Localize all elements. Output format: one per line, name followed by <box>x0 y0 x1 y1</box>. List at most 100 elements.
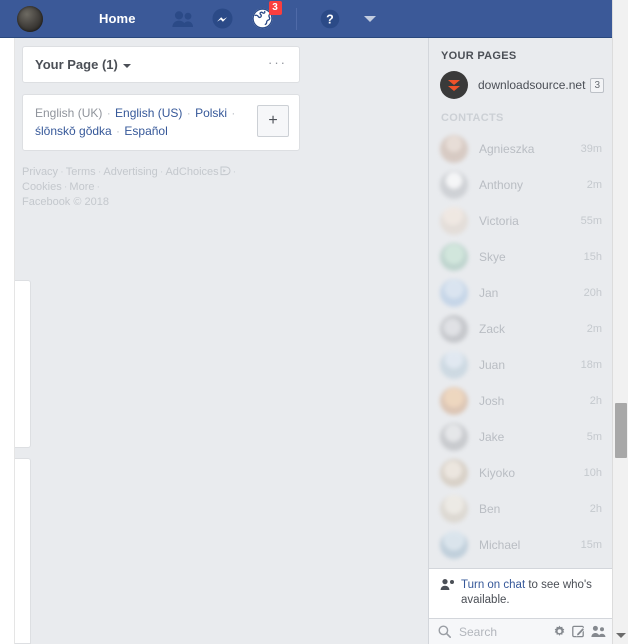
contact-name: Anthony <box>479 178 524 192</box>
avatar <box>440 279 468 307</box>
avatar <box>440 531 468 559</box>
language-slonsko-godka[interactable]: ślōnskŏ gŏdka <box>35 124 112 138</box>
avatar <box>440 207 468 235</box>
adchoices-icon <box>220 166 231 176</box>
chat-search-bar: Search <box>429 618 612 644</box>
separator: · <box>60 166 64 178</box>
avatar <box>440 423 468 451</box>
search-icon[interactable] <box>438 625 451 638</box>
contact-name: Josh <box>479 394 505 408</box>
separator: · <box>228 106 236 120</box>
topbar-icon-group: 3 ? <box>171 0 381 30</box>
add-language-button[interactable]: + <box>257 105 289 137</box>
notifications-badge: 3 <box>268 0 282 15</box>
footer-links: Privacy · Terms · Advertising · AdChoices · Coo… <box>22 165 272 210</box>
left-content-column: Your Page (1) ··· English (UK) · English… <box>22 46 300 210</box>
contacts-list: Agnieszka 39m Anthony 2m Victoria 55m Sk… <box>429 130 612 563</box>
contact-last-active: 2m <box>586 323 602 335</box>
your-page-title-text: Your Page (1) <box>35 57 118 72</box>
contact-row[interactable]: Anthony 2m <box>429 167 612 203</box>
gear-icon[interactable] <box>553 625 566 638</box>
downloadsource-logo-icon <box>440 71 468 99</box>
contact-row[interactable]: Kiyoko 10h <box>429 455 612 491</box>
page-notification-badge: 3 <box>590 77 604 93</box>
turn-on-chat-link[interactable]: Turn on chat <box>461 579 525 591</box>
contact-name: Kiyoko <box>479 466 516 480</box>
contact-last-active: 5m <box>586 431 602 443</box>
page-scrollbar[interactable] <box>612 0 628 644</box>
contact-name: Skye <box>479 250 506 264</box>
contact-row[interactable]: Victoria 55m <box>429 203 612 239</box>
separator: · <box>183 106 195 120</box>
avatar <box>440 243 468 271</box>
footer-link-privacy[interactable]: Privacy <box>22 166 58 178</box>
contact-row[interactable]: Juan 18m <box>429 347 612 383</box>
turn-on-chat-note: Turn on chat to see who's available. <box>429 568 612 618</box>
page-card-more-button[interactable]: ··· <box>268 56 287 71</box>
page-name: downloadsource.net <box>478 78 586 92</box>
contact-row[interactable]: Josh 2h <box>429 383 612 419</box>
right-sidebar: YOUR PAGES downloadsource.net 3 CONTACTS… <box>428 38 612 644</box>
contact-last-active: 18m <box>580 359 602 371</box>
contact-last-active: 15h <box>583 251 602 263</box>
friend-list-icon[interactable] <box>591 625 606 638</box>
contact-name: Jake <box>479 430 505 444</box>
contacts-heading: CONTACTS <box>441 112 504 124</box>
language-selector-card: English (UK) · English (US) · Polski · ś… <box>22 94 300 151</box>
top-navigation-bar: Home 3 ? <box>0 0 612 38</box>
your-pages-heading: YOUR PAGES <box>441 50 517 62</box>
contact-row[interactable]: Zack 2m <box>429 311 612 347</box>
contact-row[interactable]: Jake 5m <box>429 419 612 455</box>
contact-row[interactable]: Jan 20h <box>429 275 612 311</box>
language-english-uk[interactable]: English (UK) <box>35 106 102 120</box>
compose-message-icon[interactable] <box>572 625 585 638</box>
contact-last-active: 10h <box>583 467 602 479</box>
contact-last-active: 2h <box>589 395 602 407</box>
svg-text:?: ? <box>326 12 334 26</box>
scroll-down-arrow-icon[interactable] <box>616 633 626 638</box>
contact-name: Juan <box>479 358 506 372</box>
language-english-us[interactable]: English (US) <box>115 106 182 120</box>
contact-last-active: 20h <box>583 287 602 299</box>
language-espanol[interactable]: Español <box>124 124 167 138</box>
separator: · <box>232 166 237 178</box>
footer-link-cookies[interactable]: Cookies <box>22 181 62 193</box>
avatar <box>440 351 468 379</box>
avatar <box>440 387 468 415</box>
chevron-down-icon <box>122 63 131 68</box>
footer-link-adchoices[interactable]: AdChoices <box>165 166 218 178</box>
your-page-title[interactable]: Your Page (1) <box>35 57 131 72</box>
contact-row[interactable]: Ben 2h <box>429 491 612 527</box>
language-list: English (UK) · English (US) · Polski · ś… <box>35 104 249 140</box>
chat-person-icon <box>440 578 454 596</box>
footer-link-more[interactable]: More <box>69 181 94 193</box>
contact-row[interactable]: Skye 15h <box>429 239 612 275</box>
footer-link-advertising[interactable]: Advertising <box>103 166 157 178</box>
contact-name: Michael <box>479 538 521 552</box>
profile-avatar[interactable] <box>17 5 43 32</box>
contact-last-active: 2m <box>586 179 602 191</box>
contact-name: Agnieszka <box>479 142 535 156</box>
notifications-icon[interactable]: 3 <box>252 0 282 30</box>
footer-link-terms[interactable]: Terms <box>66 166 96 178</box>
avatar <box>440 135 468 163</box>
contact-row[interactable]: Agnieszka 39m <box>429 131 612 167</box>
home-link[interactable]: Home <box>99 11 136 26</box>
contact-name: Jan <box>479 286 499 300</box>
chat-search-input[interactable]: Search <box>459 625 547 639</box>
help-icon[interactable]: ? <box>319 8 341 30</box>
contact-row[interactable]: Michael 15m <box>429 527 612 563</box>
messages-icon[interactable] <box>212 8 234 30</box>
page-row-downloadsource[interactable]: downloadsource.net 3 <box>429 68 612 102</box>
account-menu-icon[interactable] <box>359 8 381 30</box>
offscreen-card-lower <box>15 458 31 644</box>
contact-name: Ben <box>479 502 501 516</box>
footer-copyright: Facebook © 2018 <box>22 196 109 208</box>
avatar <box>440 459 468 487</box>
separator: · <box>103 106 115 120</box>
offscreen-card-upper <box>15 280 31 448</box>
scrollbar-thumb[interactable] <box>615 403 627 458</box>
separator: · <box>112 124 124 138</box>
language-polski[interactable]: Polski <box>195 106 227 120</box>
friend-requests-icon[interactable] <box>171 8 194 30</box>
